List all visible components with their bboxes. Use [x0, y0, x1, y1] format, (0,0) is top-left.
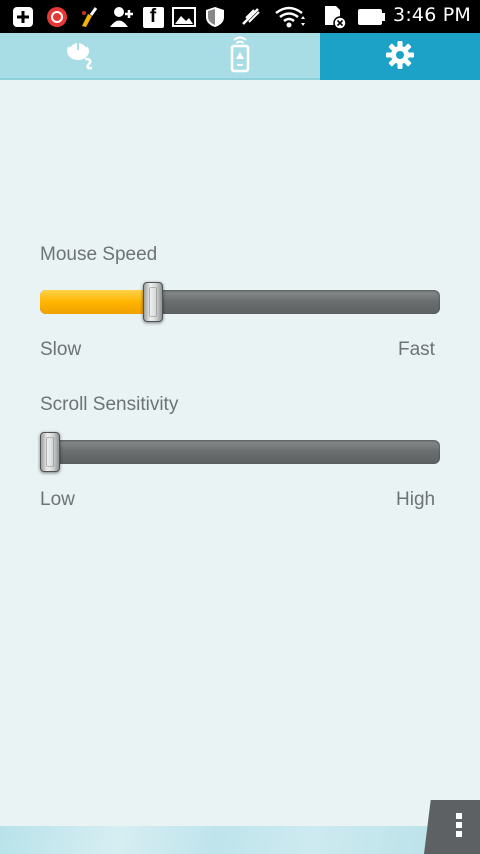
shield-icon [204, 6, 226, 28]
sd-card-icon [322, 6, 348, 29]
mouse-speed-slider[interactable] [40, 282, 440, 322]
status-time: 3:46 PM [393, 4, 471, 26]
bottom-bar [0, 826, 480, 854]
mute-icon [240, 6, 264, 28]
tab-remote[interactable] [160, 33, 320, 80]
scroll-sensitivity-slider[interactable] [40, 432, 440, 472]
slider-thumb[interactable] [143, 282, 163, 322]
gallery-icon [172, 6, 196, 28]
cleaner-icon [78, 6, 100, 28]
scroll-sensitivity-min-label: Low [40, 489, 75, 510]
scroll-sensitivity-max-label: High [396, 489, 436, 510]
slider-fill [40, 290, 153, 314]
add-box-icon [12, 6, 34, 28]
status-bar: f 3:46 PM [0, 0, 480, 33]
tab-mouse[interactable] [0, 33, 160, 80]
slider-track [40, 440, 440, 464]
mouse-speed-label: Mouse Speed [40, 244, 158, 265]
tab-settings[interactable] [320, 33, 480, 80]
app-notification-icon [46, 6, 68, 28]
mouse-speed-min-label: Slow [40, 339, 82, 360]
facebook-glyph: f [142, 6, 164, 28]
remote-phone-icon [227, 35, 253, 77]
facebook-icon: f [142, 6, 164, 28]
scroll-sensitivity-label: Scroll Sensitivity [40, 394, 179, 415]
overflow-menu-button[interactable] [424, 800, 480, 854]
battery-icon [358, 6, 386, 28]
tab-bar [0, 33, 480, 80]
wifi-icon [274, 6, 306, 28]
overflow-menu-icon [455, 812, 463, 842]
add-contact-icon [110, 6, 134, 28]
slider-thumb[interactable] [40, 432, 60, 472]
gear-icon [385, 40, 415, 74]
mouse-speed-max-label: Fast [398, 339, 435, 360]
mouse-icon [61, 37, 99, 75]
